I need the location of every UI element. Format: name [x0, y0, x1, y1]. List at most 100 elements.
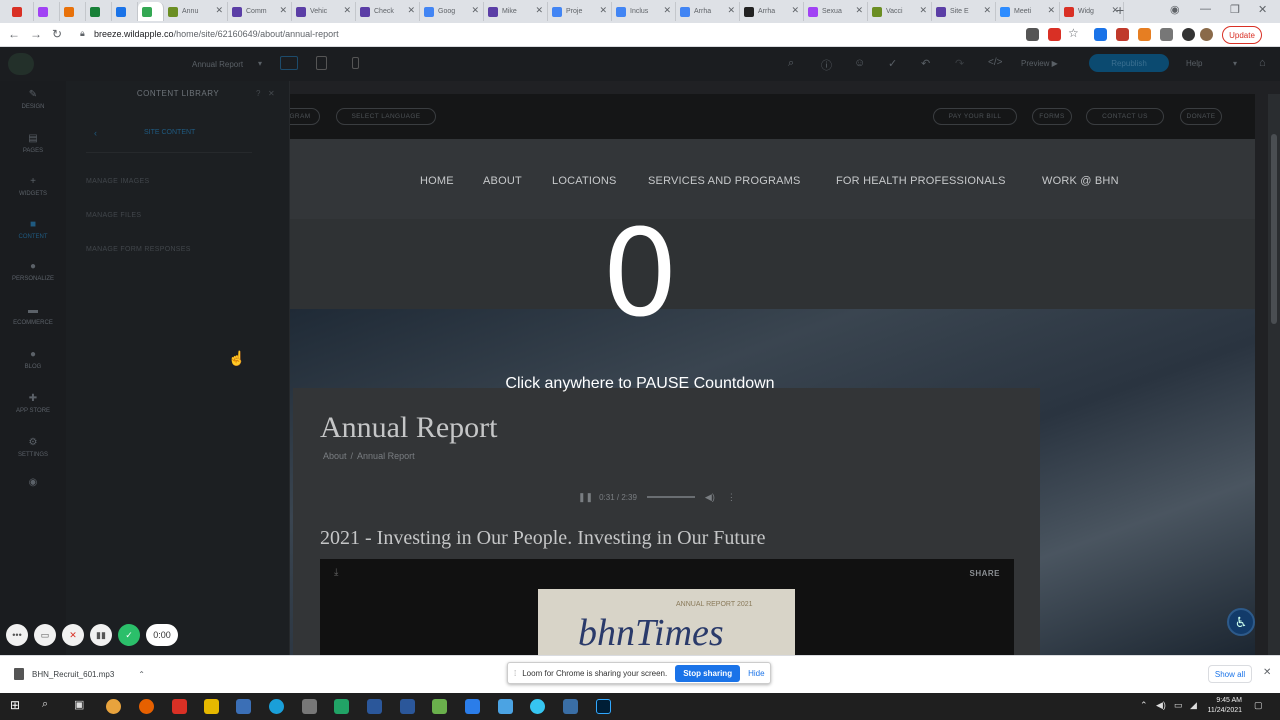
excel-icon[interactable]	[334, 699, 349, 714]
nav-about[interactable]: ABOUT	[483, 175, 522, 187]
close-icon[interactable]: ✕	[1263, 667, 1271, 678]
comment-icon[interactable]: ☺	[854, 57, 865, 69]
breadcrumb-parent[interactable]: About	[323, 451, 347, 461]
sidebar-item-app-store[interactable]: ✚ APP STORE	[0, 393, 66, 414]
sidebar-item-widgets[interactable]: + WIDGETS	[0, 176, 66, 197]
tab-close-icon[interactable]: ✕	[983, 5, 991, 16]
profile-avatar[interactable]	[1182, 28, 1195, 41]
browser-tab[interactable]: Goog ✕	[420, 2, 484, 21]
browser-tab[interactable]	[112, 2, 138, 21]
tab-close-icon[interactable]: ✕	[599, 5, 607, 16]
tab-close-icon[interactable]: ✕	[727, 5, 735, 16]
nav-health-professionals[interactable]: FOR HEALTH PROFESSIONALS	[836, 175, 1006, 187]
tab-close-icon[interactable]: ✕	[855, 5, 863, 16]
finish-icon[interactable]: ✓	[118, 624, 140, 646]
extension-icon[interactable]	[1116, 28, 1129, 41]
chevron-up-icon[interactable]: ⌃	[1140, 700, 1148, 711]
calculator-icon[interactable]	[400, 699, 415, 714]
cancel-icon[interactable]: ✕	[62, 624, 84, 646]
show-all-button[interactable]: Show all	[1208, 665, 1252, 683]
forward-icon[interactable]: →	[30, 27, 42, 41]
app-icon[interactable]	[432, 699, 447, 714]
more-icon[interactable]: ⋮	[727, 492, 736, 503]
browser-tab[interactable]: Annu ✕	[164, 2, 228, 21]
stop-sharing-button[interactable]: Stop sharing	[675, 664, 741, 682]
browser-tab[interactable]: Mike ✕	[484, 2, 548, 21]
browser-tab[interactable]	[60, 2, 86, 21]
info-icon[interactable]: ⓘ	[821, 57, 832, 73]
tab-close-icon[interactable]: ✕	[1047, 5, 1055, 16]
tablet-icon[interactable]	[316, 56, 327, 70]
browser-tab[interactable]	[8, 2, 34, 21]
republish-button[interactable]: Republish	[1089, 54, 1169, 72]
battery-icon[interactable]: ▭	[1174, 700, 1183, 711]
system-clock[interactable]: 9:45 AM 11/24/2021	[1202, 696, 1242, 716]
search-icon[interactable]: ⌕	[788, 57, 794, 70]
preview-button[interactable]: Preview ▶	[1021, 59, 1058, 68]
puzzle-icon[interactable]	[1160, 28, 1173, 41]
chevron-down-icon[interactable]: ▾	[258, 59, 262, 68]
minimize-icon[interactable]: —	[1200, 3, 1211, 15]
nav-locations[interactable]: LOCATIONS	[552, 175, 617, 187]
browser-tab[interactable]: Comm ✕	[228, 2, 292, 21]
close-icon[interactable]: ✕	[268, 89, 275, 98]
browser-tab[interactable]: Arrha ✕	[740, 2, 804, 21]
profile-menu-icon[interactable]: ◉	[1170, 3, 1180, 16]
chrome-icon[interactable]	[106, 699, 121, 714]
browser-tab[interactable]: Vehic ✕	[292, 2, 356, 21]
sidebar-item-pages[interactable]: ▤ PAGES	[0, 133, 66, 154]
code-icon[interactable]: </>	[988, 57, 1002, 68]
tab-close-icon[interactable]: ✕	[791, 5, 799, 16]
nav-work[interactable]: WORK @ BHN	[1042, 175, 1119, 187]
page-select[interactable]: Annual Report	[192, 60, 243, 69]
home-icon[interactable]: ⌂	[1259, 57, 1266, 69]
browser-tab[interactable]: Sexua ✕	[804, 2, 868, 21]
chevron-down-icon[interactable]: ▾	[1233, 59, 1237, 68]
browser-tab[interactable]: Inclus ✕	[612, 2, 676, 21]
app-icon[interactable]	[498, 699, 513, 714]
store-icon[interactable]	[236, 699, 251, 714]
windows-start-icon[interactable]: ⊞	[10, 698, 20, 712]
tab-close-icon[interactable]: ✕	[471, 5, 479, 16]
extension-icon[interactable]	[1094, 28, 1107, 41]
hide-button[interactable]: Hide	[748, 669, 764, 678]
tab-close-icon[interactable]: ✕	[663, 5, 671, 16]
camera-icon[interactable]	[1026, 28, 1039, 41]
extension-icon[interactable]	[1138, 28, 1151, 41]
reload-icon[interactable]: ↻	[52, 27, 62, 41]
download-icon[interactable]: ⤓	[334, 567, 338, 578]
close-window-icon[interactable]: ✕	[1258, 3, 1267, 16]
new-tab-button[interactable]: +	[1116, 2, 1124, 18]
restore-icon[interactable]: ❐	[1230, 3, 1240, 16]
extension-icon[interactable]	[1048, 28, 1061, 41]
browser-tab[interactable]: Vacci ✕	[868, 2, 932, 21]
video-embed[interactable]: ⤓ SHARE ANNUAL REPORT 2021 bhnTimes	[320, 559, 1014, 655]
network-icon[interactable]: ◢	[1190, 700, 1197, 711]
sidebar-item-settings[interactable]: ⚙ SETTINGS	[0, 437, 66, 458]
browser-tab[interactable]: Proje ✕	[548, 2, 612, 21]
app-icon[interactable]	[465, 699, 480, 714]
app-icon[interactable]	[563, 699, 578, 714]
forms-button[interactable]: FORMS	[1032, 108, 1072, 125]
app-icon[interactable]	[367, 699, 382, 714]
download-item[interactable]: BHN_Recruit_601.mp3 ⌃	[14, 668, 145, 680]
help-icon[interactable]: ?	[256, 89, 260, 98]
notifications-icon[interactable]: ▢	[1254, 700, 1263, 711]
camera-icon[interactable]: ▭	[34, 624, 56, 646]
browser-tab[interactable]	[34, 2, 60, 21]
address-field[interactable]: breeze.wildapple.co/home/site/62160649/a…	[94, 29, 339, 39]
tab-close-icon[interactable]: ✕	[343, 5, 351, 16]
star-icon[interactable]: ☆	[1068, 26, 1079, 40]
share-button[interactable]: SHARE	[969, 569, 1000, 578]
tab-close-icon[interactable]: ✕	[279, 5, 287, 16]
pause-icon[interactable]: ❚❚	[578, 492, 593, 503]
nav-services[interactable]: SERVICES AND PROGRAMS	[648, 175, 801, 187]
volume-icon[interactable]: ◀)	[705, 492, 715, 503]
check-icon[interactable]: ✓	[888, 57, 897, 70]
firefox-icon[interactable]	[139, 699, 154, 714]
programs-pill[interactable]: GRAM	[290, 108, 320, 125]
tab-close-icon[interactable]: ✕	[215, 5, 223, 16]
tab-close-icon[interactable]: ✕	[919, 5, 927, 16]
more-icon[interactable]: •••	[6, 624, 28, 646]
slack-icon[interactable]	[530, 699, 545, 714]
